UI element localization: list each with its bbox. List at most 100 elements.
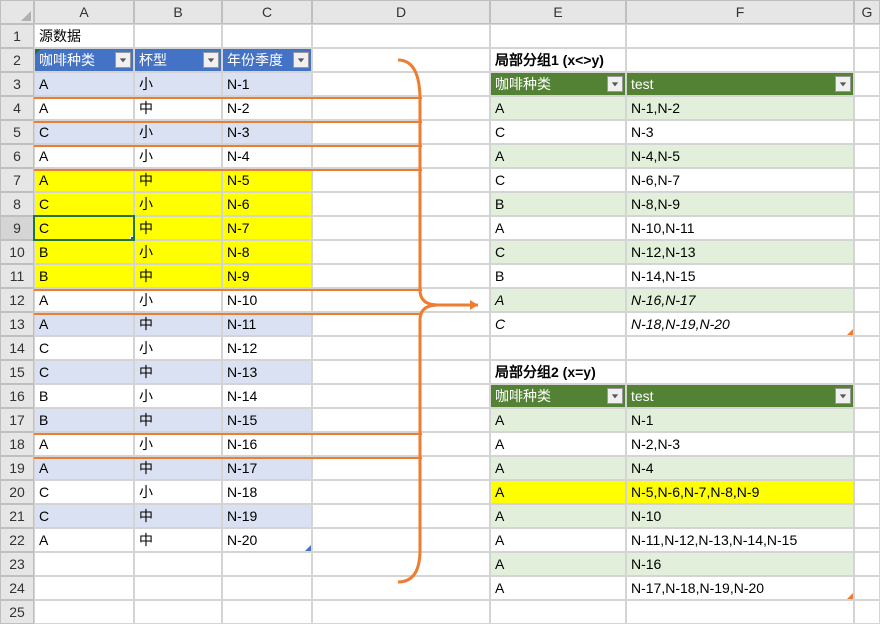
source-cell[interactable]: C [34, 336, 134, 360]
group2-cell[interactable]: N-10 [626, 504, 854, 528]
group2-cell[interactable]: A [490, 456, 626, 480]
cell[interactable] [854, 72, 880, 96]
cell[interactable] [490, 336, 626, 360]
source-cell[interactable]: N-13 [222, 360, 312, 384]
row-header[interactable]: 13 [0, 312, 34, 336]
source-cell[interactable]: C [34, 360, 134, 384]
cell[interactable] [222, 600, 312, 624]
cell[interactable] [312, 240, 490, 264]
row-header[interactable]: 8 [0, 192, 34, 216]
group1-cell[interactable]: N-16,N-17 [626, 288, 854, 312]
cell[interactable] [854, 168, 880, 192]
source-cell[interactable]: 小 [134, 144, 222, 168]
cell[interactable] [490, 24, 626, 48]
source-cell[interactable]: 中 [134, 168, 222, 192]
filter-dropdown-icon[interactable] [203, 52, 219, 68]
source-cell[interactable]: 小 [134, 288, 222, 312]
row-header[interactable]: 4 [0, 96, 34, 120]
source-cell[interactable]: 中 [134, 312, 222, 336]
source-cell[interactable]: C [34, 120, 134, 144]
filter-dropdown-icon[interactable] [835, 76, 851, 92]
source-cell[interactable]: B [34, 240, 134, 264]
group2-cell[interactable]: A [490, 552, 626, 576]
cell[interactable] [854, 456, 880, 480]
group1-cell[interactable]: N-14,N-15 [626, 264, 854, 288]
table-header[interactable]: 咖啡种类 [34, 48, 134, 72]
cell[interactable] [312, 384, 490, 408]
table-header[interactable]: 咖啡种类 [490, 72, 626, 96]
group1-cell[interactable]: C [490, 120, 626, 144]
source-cell[interactable]: 中 [134, 408, 222, 432]
source-cell[interactable]: C [34, 216, 134, 240]
row-header[interactable]: 6 [0, 144, 34, 168]
cell[interactable] [312, 528, 490, 552]
filter-dropdown-icon[interactable] [607, 76, 623, 92]
row-header[interactable]: 18 [0, 432, 34, 456]
group2-cell[interactable]: N-16 [626, 552, 854, 576]
group1-cell[interactable]: C [490, 240, 626, 264]
source-cell[interactable]: N-20 [222, 528, 312, 552]
group2-cell[interactable]: A [490, 432, 626, 456]
cell[interactable] [312, 216, 490, 240]
group2-title[interactable]: 局部分组2 (x=y) [490, 360, 626, 384]
group2-cell[interactable]: N-4 [626, 456, 854, 480]
group2-cell[interactable]: A [490, 480, 626, 504]
group1-cell[interactable]: A [490, 96, 626, 120]
cell[interactable] [854, 360, 880, 384]
cell[interactable] [854, 24, 880, 48]
cell[interactable] [854, 504, 880, 528]
group1-cell[interactable]: A [490, 288, 626, 312]
cell[interactable] [854, 192, 880, 216]
cell[interactable] [854, 432, 880, 456]
cell[interactable] [34, 600, 134, 624]
cell[interactable] [490, 600, 626, 624]
source-cell[interactable]: 小 [134, 120, 222, 144]
source-cell[interactable]: N-16 [222, 432, 312, 456]
table-header[interactable]: test [626, 72, 854, 96]
table-header[interactable]: 杯型 [134, 48, 222, 72]
cell[interactable] [134, 24, 222, 48]
cell[interactable] [222, 576, 312, 600]
cell[interactable] [312, 360, 490, 384]
group1-cell[interactable]: N-18,N-19,N-20 [626, 312, 854, 336]
source-cell[interactable]: A [34, 528, 134, 552]
cell[interactable] [312, 120, 490, 144]
source-cell[interactable]: 中 [134, 264, 222, 288]
source-cell[interactable]: A [34, 432, 134, 456]
row-header[interactable]: 5 [0, 120, 34, 144]
source-cell[interactable]: A [34, 312, 134, 336]
column-header[interactable]: B [134, 0, 222, 24]
cell[interactable] [312, 168, 490, 192]
source-cell[interactable]: A [34, 72, 134, 96]
group1-cell[interactable]: C [490, 168, 626, 192]
cell[interactable] [312, 312, 490, 336]
source-cell[interactable]: N-14 [222, 384, 312, 408]
cell[interactable] [854, 312, 880, 336]
cell[interactable] [312, 432, 490, 456]
row-header[interactable]: 19 [0, 456, 34, 480]
source-cell[interactable]: N-9 [222, 264, 312, 288]
source-cell[interactable]: 中 [134, 456, 222, 480]
group1-cell[interactable]: N-3 [626, 120, 854, 144]
filter-dropdown-icon[interactable] [835, 388, 851, 404]
source-cell[interactable]: N-12 [222, 336, 312, 360]
filter-dropdown-icon[interactable] [607, 388, 623, 404]
group1-cell[interactable]: N-4,N-5 [626, 144, 854, 168]
cell[interactable] [134, 600, 222, 624]
source-cell[interactable]: 小 [134, 432, 222, 456]
row-header[interactable]: 15 [0, 360, 34, 384]
source-cell[interactable]: A [34, 168, 134, 192]
source-cell[interactable]: 小 [134, 384, 222, 408]
row-header[interactable]: 10 [0, 240, 34, 264]
source-cell[interactable]: A [34, 144, 134, 168]
source-cell[interactable]: 小 [134, 72, 222, 96]
source-title[interactable]: 源数据 [34, 24, 134, 48]
cell[interactable] [626, 48, 854, 72]
source-cell[interactable]: 中 [134, 96, 222, 120]
cell[interactable] [312, 144, 490, 168]
cell[interactable] [626, 360, 854, 384]
cell[interactable] [312, 96, 490, 120]
source-cell[interactable]: B [34, 264, 134, 288]
group1-cell[interactable]: N-12,N-13 [626, 240, 854, 264]
cell[interactable] [854, 384, 880, 408]
